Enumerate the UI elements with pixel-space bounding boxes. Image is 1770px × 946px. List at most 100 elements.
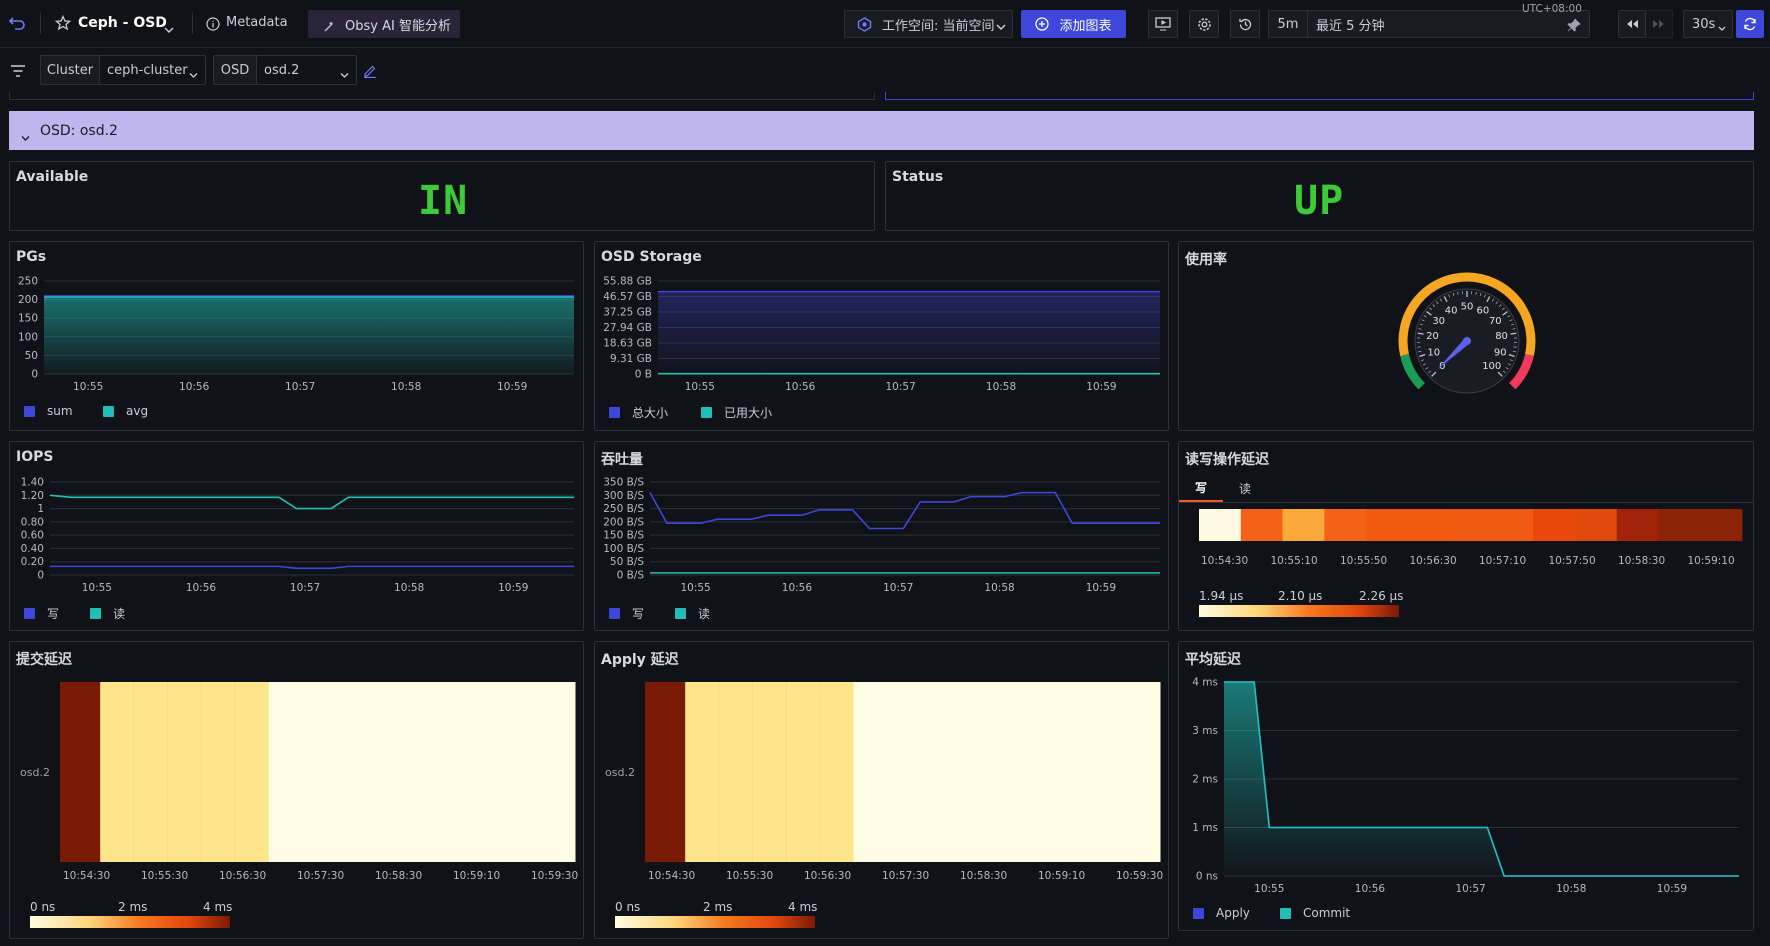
avg-latency-chart: 0 ns 1 ms 2 ms 3 ms 4 ms 10:55 10:56 10:57 10:58…	[1192, 677, 1739, 895]
monitor-icon	[1155, 17, 1171, 31]
time-shift-back-button[interactable]	[1618, 10, 1646, 38]
y-tick-label: 0.60	[21, 530, 44, 542]
x-tick-label: 10:56	[1355, 883, 1386, 895]
edit-icon[interactable]	[363, 63, 377, 79]
chevron-down-icon	[189, 68, 198, 78]
legend-item-used[interactable]: 已用大小	[701, 404, 772, 421]
x-tick-label: 10:55	[73, 381, 103, 393]
workspace-selector[interactable]: 工作空间: 当前空间	[844, 10, 1013, 38]
gauge-tick-label: 90	[1494, 347, 1507, 358]
add-chart-button[interactable]: 添加图表	[1021, 10, 1126, 38]
osd-storage-chart: 0 B 9.31 GB 18.63 GB 27.94 GB 37.25 GB 46.57 …	[603, 276, 1160, 393]
rw-latency-heatmap: 10:54:30 10:55:10 10:55:50 10:56:30 10:57:10…	[1199, 509, 1743, 617]
y-tick-label: 1	[37, 503, 44, 515]
y-tick-label: 250	[18, 276, 38, 288]
legend-item-sum[interactable]: sum	[24, 404, 73, 418]
legend-item-write[interactable]: 写	[24, 605, 59, 622]
gauge-tick-label: 40	[1445, 305, 1458, 316]
x-tick-label: 10:58:30	[1618, 555, 1665, 567]
iops-panel: IOPS 0 0.20 0.40 0.60 0.80 1 1.20 1.40 10:55 10:5…	[9, 441, 584, 631]
legend-swatch	[24, 608, 35, 619]
refresh-interval-label: 30s	[1692, 16, 1716, 32]
panel-title: Status	[892, 169, 944, 185]
ai-analysis-button[interactable]: Obsy AI 智能分析	[308, 10, 460, 38]
history-button[interactable]	[1230, 10, 1260, 38]
usage-panel: 使用率 0 10 20 30 40 50 60 70 80 90 100	[1178, 241, 1754, 431]
throughput-panel: 吞吐量 0 B/S 50 B/S 100 B/S 150 B/S 200 B/S 250 …	[594, 441, 1169, 631]
scale-label: 4 ms	[788, 900, 817, 914]
osd-select[interactable]: osd.2	[256, 55, 357, 85]
x-tick-label: 10:56	[186, 582, 217, 594]
history-icon	[1238, 18, 1251, 30]
y-tick-label: 50 B/S	[610, 556, 644, 568]
y-tick-label: 1.20	[21, 490, 44, 502]
add-chart-label: 添加图表	[1059, 18, 1112, 34]
x-tick-label: 10:55:10	[1271, 555, 1318, 567]
filter-icon[interactable]	[10, 63, 26, 77]
heat-cell	[685, 682, 855, 862]
legend-label: 写	[632, 607, 645, 621]
x-tick-label: 10:54:30	[63, 870, 110, 882]
commit-latency-panel: 提交延迟 osd.2 10:54:30 10:55:30 10:56:30 10:57:…	[9, 641, 584, 939]
color-scale-bar	[615, 916, 815, 928]
pgs-chart: 0 50 100 150 200 250 10:55 10:56 10:57 10:58 10:59	[18, 276, 574, 393]
time-range-short-label: 5m	[1277, 16, 1299, 32]
legend-item-total[interactable]: 总大小	[609, 404, 668, 421]
x-tick-label: 10:56:30	[219, 870, 266, 882]
legend-item-read[interactable]: 读	[675, 605, 710, 622]
top-navbar: Ceph - OSD Metadata Obsy AI 智能分析 工作空间: 当…	[0, 0, 1770, 48]
usage-gauge: 010203040 50 60708090100	[1398, 272, 1536, 394]
x-tick-label: 10:57	[1455, 883, 1485, 895]
heat-cell	[1700, 509, 1743, 541]
heat-cell	[268, 682, 576, 862]
divider	[192, 12, 193, 34]
legend-label: avg	[126, 404, 149, 418]
time-shift-forward-button[interactable]	[1645, 10, 1673, 38]
pin-icon[interactable]	[1567, 18, 1581, 32]
legend-label: 已用大小	[724, 406, 773, 420]
x-tick-label: 10:58:30	[375, 870, 422, 882]
time-range-short[interactable]: 5m	[1268, 10, 1308, 38]
osd-select-value: osd.2	[264, 62, 300, 78]
scale-label: 2 ms	[703, 900, 732, 914]
legend-item-apply[interactable]: Apply	[1193, 906, 1250, 920]
legend-item-avg[interactable]: avg	[103, 404, 148, 418]
x-tick-label: 10:56:30	[1410, 555, 1457, 567]
tv-mode-button[interactable]	[1148, 10, 1178, 38]
apply-latency-panel: Apply 延迟 osd.2 10:54:30 10:55:30 10:56:30 10…	[594, 641, 1169, 939]
metadata-link[interactable]: Metadata	[226, 15, 288, 30]
cluster-select[interactable]: ceph-cluster	[99, 55, 206, 85]
heat-cell	[60, 682, 101, 862]
star-icon[interactable]	[54, 14, 72, 31]
x-tick-label: 10:57	[290, 582, 320, 594]
x-tick-label: 10:59:10	[453, 870, 500, 882]
refresh-button[interactable]	[1736, 10, 1764, 38]
dashboard-title[interactable]: Ceph - OSD	[78, 15, 167, 31]
y-tick-label: 18.63 GB	[603, 338, 652, 350]
chevron-down-icon[interactable]	[164, 19, 174, 34]
x-tick-label: 10:55:50	[1340, 555, 1387, 567]
available-panel: Available IN	[9, 161, 875, 231]
legend-label: 写	[47, 607, 60, 621]
status-value: UP	[1294, 178, 1345, 224]
legend-item-read[interactable]: 读	[90, 605, 125, 622]
settings-button[interactable]	[1189, 10, 1219, 38]
series-area-总大小	[658, 291, 1160, 374]
y-tick-label: 0 ns	[1196, 871, 1218, 883]
y-tick-label: 0 B/S	[617, 570, 645, 582]
legend-swatch	[609, 407, 620, 418]
row-header-osd[interactable]: OSD: osd.2	[9, 111, 1754, 150]
legend-item-write[interactable]: 写	[609, 605, 644, 622]
y-tick-label: 150 B/S	[603, 530, 644, 542]
series-line-读	[49, 494, 574, 510]
legend-item-commit[interactable]: Commit	[1280, 906, 1350, 920]
x-tick-label: 10:57:50	[1549, 555, 1596, 567]
gauge-tick	[1510, 332, 1517, 335]
back-icon[interactable]	[8, 13, 27, 31]
scale-label: 0 ns	[615, 900, 640, 914]
y-tick-label: 0	[37, 570, 44, 582]
x-tick-label: 10:55	[82, 582, 112, 594]
refresh-interval-picker[interactable]: 30s	[1683, 10, 1733, 38]
x-tick-label: 10:57:30	[297, 870, 344, 882]
y-tick-label: 100 B/S	[603, 543, 644, 555]
